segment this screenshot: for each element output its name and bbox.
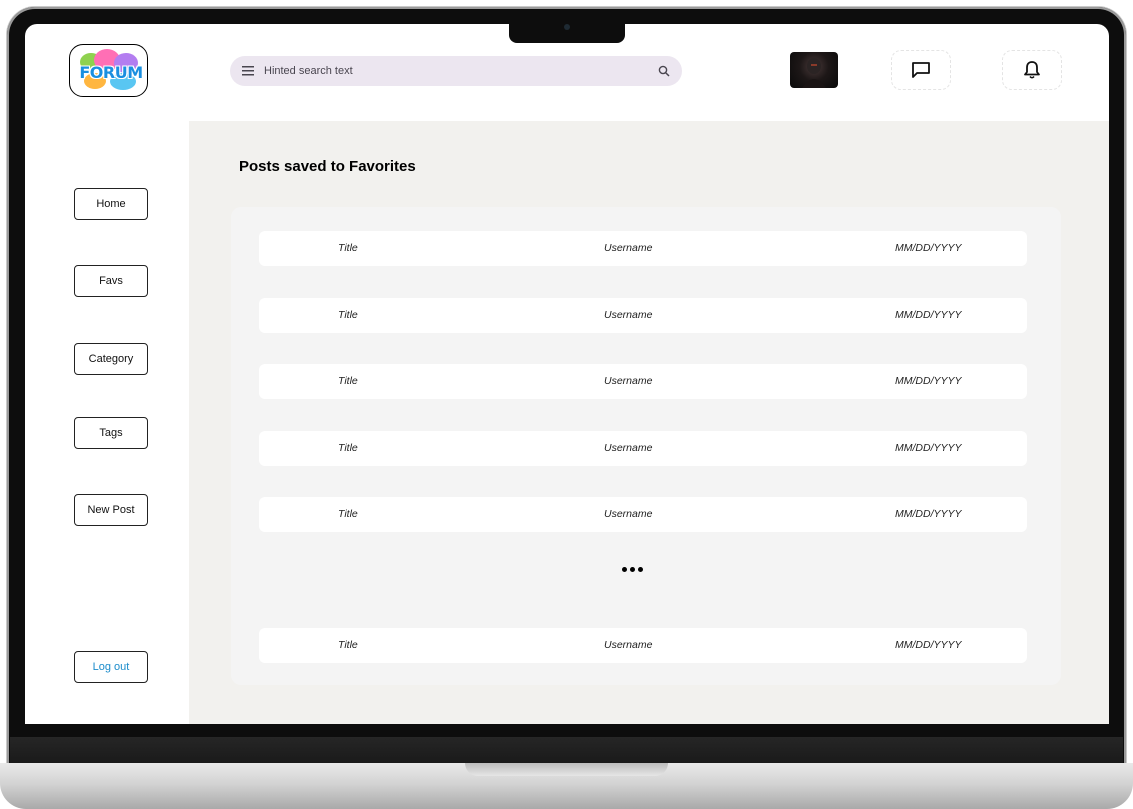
- menu-icon[interactable]: [242, 66, 254, 76]
- favorites-list: Title Username MM/DD/YYYY Title Username…: [231, 207, 1061, 685]
- post-row[interactable]: Title Username MM/DD/YYYY: [259, 628, 1027, 663]
- post-username: Username: [604, 242, 653, 254]
- more-dots-icon[interactable]: [622, 567, 643, 572]
- post-date: MM/DD/YYYY: [895, 242, 962, 254]
- notifications-button[interactable]: [1002, 50, 1062, 90]
- laptop-hinge: [10, 737, 1123, 763]
- post-row[interactable]: Title Username MM/DD/YYYY: [259, 497, 1027, 532]
- post-title: Title: [338, 508, 358, 520]
- post-username: Username: [604, 508, 653, 520]
- logout-button[interactable]: Log out: [74, 651, 148, 683]
- search-icon[interactable]: [658, 65, 670, 77]
- forum-logo[interactable]: FORUM: [69, 44, 148, 97]
- nav-category-button[interactable]: Category: [74, 343, 148, 375]
- post-date: MM/DD/YYYY: [895, 375, 962, 387]
- bell-icon: [1023, 60, 1041, 80]
- main-content: Posts saved to Favorites Title Username …: [189, 121, 1109, 724]
- post-title: Title: [338, 442, 358, 454]
- screen: FORUM Home Favs Category Tags New Post: [25, 24, 1109, 724]
- search-input[interactable]: [264, 65, 658, 77]
- nav-home-button[interactable]: Home: [74, 188, 148, 220]
- nav-new-post-button[interactable]: New Post: [74, 494, 148, 526]
- post-date: MM/DD/YYYY: [895, 508, 962, 520]
- post-username: Username: [604, 375, 653, 387]
- laptop-base-notch: [465, 763, 668, 776]
- post-date: MM/DD/YYYY: [895, 442, 962, 454]
- post-title: Title: [338, 242, 358, 254]
- page-title: Posts saved to Favorites: [239, 158, 416, 175]
- messages-button[interactable]: [891, 50, 951, 90]
- post-row[interactable]: Title Username MM/DD/YYYY: [259, 298, 1027, 333]
- post-date: MM/DD/YYYY: [895, 639, 962, 651]
- nav-tags-button[interactable]: Tags: [74, 417, 148, 449]
- post-date: MM/DD/YYYY: [895, 309, 962, 321]
- post-row[interactable]: Title Username MM/DD/YYYY: [259, 364, 1027, 399]
- post-title: Title: [338, 375, 358, 387]
- post-username: Username: [604, 442, 653, 454]
- user-avatar[interactable]: [790, 52, 838, 88]
- post-title: Title: [338, 309, 358, 321]
- search-bar: [230, 56, 682, 86]
- camera-icon: [564, 24, 570, 30]
- post-username: Username: [604, 309, 653, 321]
- post-row[interactable]: Title Username MM/DD/YYYY: [259, 231, 1027, 266]
- nav-favs-button[interactable]: Favs: [74, 265, 148, 297]
- post-title: Title: [338, 639, 358, 651]
- logo-text: FORUM: [79, 63, 143, 82]
- post-row[interactable]: Title Username MM/DD/YYYY: [259, 431, 1027, 466]
- post-username: Username: [604, 639, 653, 651]
- chat-icon: [911, 61, 931, 79]
